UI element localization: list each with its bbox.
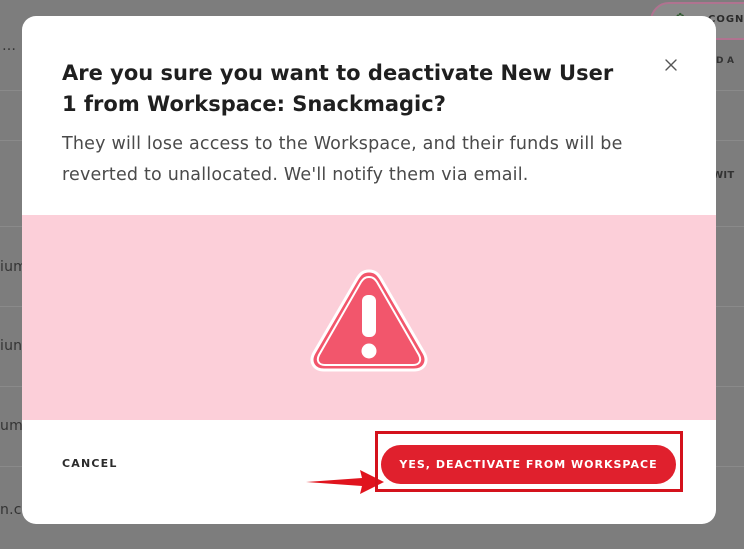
cancel-button[interactable]: CANCEL (62, 457, 118, 470)
warning-triangle-icon (310, 269, 428, 371)
bg-text-fragment: iun (0, 338, 23, 354)
confirm-deactivate-button[interactable]: YES, DEACTIVATE FROM WORKSPACE (381, 445, 676, 484)
deactivate-user-modal: Are you sure you want to deactivate New … (22, 16, 716, 524)
close-icon (665, 59, 677, 71)
warning-banner (22, 215, 716, 420)
bg-text-fragment: D A (716, 56, 735, 66)
close-button[interactable] (660, 54, 682, 76)
modal-title: Are you sure you want to deactivate New … (62, 61, 614, 116)
modal-description: They will lose access to the Workspace, … (62, 134, 623, 185)
confirm-deactivate-label: YES, DEACTIVATE FROM WORKSPACE (399, 458, 658, 471)
bg-text-fragment: … (2, 38, 17, 54)
annotation-arrow-icon (306, 470, 384, 494)
